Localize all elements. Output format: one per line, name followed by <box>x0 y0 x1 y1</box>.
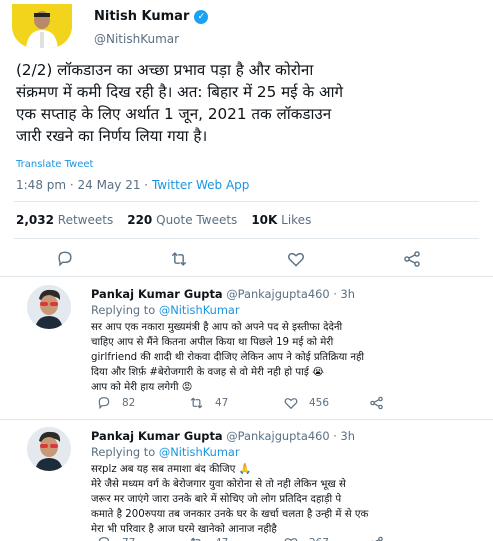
tweet-stats: 2,032 Retweets 220 Quote Tweets 10K Like… <box>16 213 311 227</box>
like-icon <box>284 538 298 541</box>
reply-share-action[interactable] <box>368 395 385 411</box>
reply-like-action[interactable]: 267 <box>283 535 329 541</box>
like-icon <box>284 398 298 410</box>
quotes-count: 220 <box>127 213 153 227</box>
tweet-actions <box>0 249 493 269</box>
reply-icon[interactable] <box>55 249 75 269</box>
reply-avatar[interactable] <box>27 427 71 471</box>
reply-text: सरplz अब यह सब तमाशा बंद कीजिए 🙏 मेरे जै… <box>91 462 476 537</box>
divider <box>14 201 479 202</box>
share-icon <box>370 396 383 410</box>
reply-count: 82 <box>122 397 136 409</box>
reply-author-handle[interactable]: @Pankajgupta460 <box>226 287 329 301</box>
reply-text-line: जरूर मर जाएंगे जारा उनके बारे में सोचिए … <box>91 494 342 505</box>
translate-tweet-link[interactable]: Translate Tweet <box>16 159 93 170</box>
like-count: 456 <box>309 397 330 409</box>
tweet-text: (2/2) लॉकडाउन का अच्छा प्रभाव पड़ा है और… <box>16 59 486 147</box>
reply-time[interactable]: · 3h <box>333 429 355 443</box>
like-icon[interactable] <box>286 249 306 269</box>
tweet-text-line: जारी रखने का निर्णय लिया गया है। <box>16 127 208 145</box>
share-icon[interactable] <box>401 249 423 269</box>
reply-like-action[interactable]: 456 <box>283 395 329 411</box>
quotes-label: Quote Tweets <box>156 213 238 227</box>
likes-count: 10K <box>251 213 278 227</box>
reply-actions: 82 47 456 <box>0 395 493 411</box>
reply-avatar[interactable] <box>27 285 71 329</box>
reply-count: 77 <box>122 537 135 541</box>
retweets-label: Retweets <box>57 213 114 227</box>
reply-author-handle[interactable]: @Pankajgupta460 <box>226 429 329 443</box>
retweets-count: 2,032 <box>16 213 54 227</box>
reply-actions: 77 47 267 <box>0 535 493 541</box>
quotes-stat[interactable]: 220 Quote Tweets <box>127 213 237 227</box>
reply-reply-action[interactable]: 77 <box>96 535 135 541</box>
tweet-timestamp[interactable]: 1:48 pm · 24 May 21 · <box>16 178 152 192</box>
reply-retweet-action[interactable]: 47 <box>188 535 228 541</box>
divider <box>0 419 493 420</box>
reply-icon <box>98 537 110 541</box>
author-avatar[interactable] <box>12 4 72 48</box>
verified-icon: ✓ <box>194 9 209 24</box>
replying-to-label: Replying to <box>91 445 159 459</box>
retweet-icon <box>190 537 201 541</box>
divider <box>14 238 479 239</box>
reply-text-line: girlfriend की शादी थी रोकवा दीजिए लेकिन … <box>91 352 365 363</box>
reply-text-line: मेरे जैसे मध्यम वर्ग के बेरोजगार युवा को… <box>91 479 346 490</box>
retweet-count: 47 <box>215 537 228 541</box>
tweet-source[interactable]: Twitter Web App <box>152 178 249 192</box>
reply-author-name[interactable]: Pankaj Kumar Gupta <box>91 429 223 443</box>
reply-retweet-action[interactable]: 47 <box>188 395 228 411</box>
share-icon <box>371 536 383 541</box>
author-name-row[interactable]: Nitish Kumar ✓ <box>94 9 209 24</box>
reply-text-line: दिया और शिर्फ़ #बेरोजगारी के वजह से वो म… <box>91 367 324 378</box>
reply-icon <box>98 397 110 410</box>
replying-to-label: Replying to <box>91 303 159 317</box>
replying-to-link[interactable]: @NitishKumar <box>159 445 240 459</box>
author-handle[interactable]: @NitishKumar <box>94 32 179 46</box>
reply-header: Pankaj Kumar Gupta @Pankajgupta460 · 3h <box>91 287 355 301</box>
divider <box>0 276 493 277</box>
tweet-text-line: एक सप्ताह के लिए अर्थात 1 जून, 2021 तक ल… <box>16 105 332 123</box>
reply-reply-action[interactable]: 82 <box>96 395 135 411</box>
reply-header: Pankaj Kumar Gupta @Pankajgupta460 · 3h <box>91 429 355 443</box>
retweet-icon <box>190 397 203 409</box>
replying-to-link[interactable]: @NitishKumar <box>159 303 240 317</box>
reply-text: सर आप एक नकारा मुख्यमंत्री है आप को अपने… <box>91 320 476 395</box>
reply-time[interactable]: · 3h <box>333 287 355 301</box>
reply-share-action[interactable] <box>368 535 385 541</box>
likes-stat[interactable]: 10K Likes <box>251 213 311 227</box>
retweets-stat[interactable]: 2,032 Retweets <box>16 213 113 227</box>
retweet-icon[interactable] <box>168 249 190 269</box>
like-count: 267 <box>309 537 329 541</box>
author-name[interactable]: Nitish Kumar <box>94 9 189 24</box>
tweet-text-line: (2/2) लॉकडाउन का अच्छा प्रभाव पड़ा है और… <box>16 61 314 79</box>
tweet-text-line: संक्रमण में कमी दिख रही है। अत: बिहार मे… <box>16 83 344 101</box>
reply-text-line: सरplz अब यह सब तमाशा बंद कीजिए 🙏 <box>91 464 252 475</box>
replying-to: Replying to @NitishKumar <box>91 303 240 317</box>
reply-text-line: चाहिए आप से मैंने कितना अपील किया था पिछ… <box>91 337 334 348</box>
retweet-count: 47 <box>215 397 229 409</box>
reply-text-line: कमाते है 200रुपया तब जनकार उनके घर के खर… <box>91 509 369 520</box>
reply-author-name[interactable]: Pankaj Kumar Gupta <box>91 287 223 301</box>
likes-label: Likes <box>281 213 312 227</box>
replying-to: Replying to @NitishKumar <box>91 445 240 459</box>
tweet-meta: 1:48 pm · 24 May 21 · Twitter Web App <box>16 178 249 192</box>
reply-text-line: सर आप एक नकारा मुख्यमंत्री है आप को अपने… <box>91 322 343 333</box>
reply-text-line: आप को मेरी हाय लगेगी 😡 <box>91 382 193 393</box>
